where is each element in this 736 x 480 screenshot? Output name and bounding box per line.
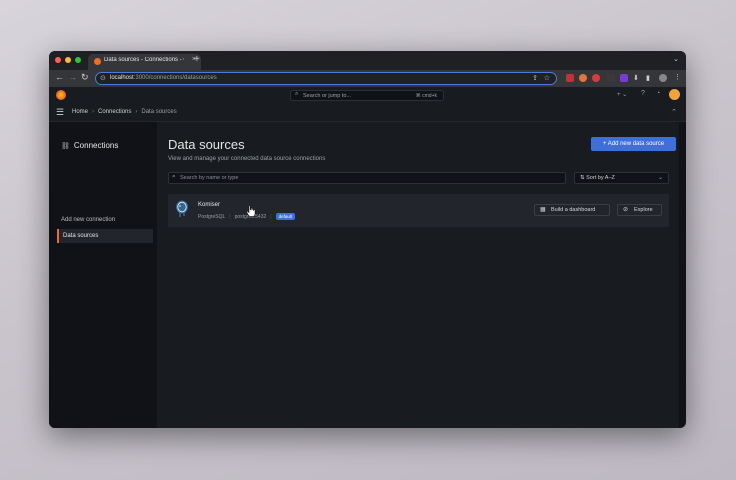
browser-menu-icon[interactable]: ⋮ [674, 73, 681, 81]
breadcrumb-separator: › [135, 109, 138, 115]
reload-button[interactable]: ↻ [81, 72, 89, 83]
new-menu-button[interactable]: + ⌄ [617, 91, 627, 98]
site-info-icon[interactable]: ⊙ [100, 74, 106, 82]
tab-title: Data sources - Connections - Grafana [104, 57, 184, 63]
breadcrumb-separator: › [92, 109, 95, 115]
postgresql-logo-icon [176, 200, 188, 217]
extension-icon[interactable] [607, 74, 615, 82]
search-icon: ⌕ [295, 91, 299, 97]
profile-avatar[interactable] [659, 74, 667, 82]
browser-window: Data sources - Connections - Grafana × +… [49, 51, 686, 428]
breadcrumb-current: Data sources [141, 109, 177, 115]
help-icon[interactable]: ? [641, 90, 645, 97]
grafana-favicon-icon [94, 58, 101, 65]
datasource-type: PostgreSQL [198, 213, 226, 220]
chevron-down-icon: ⌄ [657, 175, 663, 181]
address-bar[interactable]: ⊙ localhost:3000/connections/datasources… [95, 72, 557, 85]
maximize-window-button[interactable] [75, 57, 81, 63]
extension-icon[interactable] [579, 74, 587, 82]
collapse-icon[interactable]: ⌃ [671, 108, 677, 116]
sort-value: Sort by A–Z [586, 175, 615, 181]
back-button[interactable]: ← [55, 72, 64, 82]
tab-search-icon[interactable]: ⌄ [673, 55, 679, 63]
menu-icon[interactable]: ☰ [56, 107, 64, 118]
breadcrumb-bar: ☰ Home › Connections › Data sources ⌃ [49, 104, 686, 122]
main-content: Data sources View and manage your connec… [157, 122, 679, 428]
new-tab-button[interactable]: + [194, 54, 200, 65]
sort-select[interactable]: ⇅ Sort by A–Z ⌄ [574, 172, 669, 184]
share-icon[interactable]: ⇪ [532, 74, 538, 82]
sidebar-item-add-new-connection[interactable]: Add new connection [57, 213, 153, 227]
global-search-input[interactable]: ⌕ Search or jump to... ⌘ cmd+k [290, 90, 444, 101]
url-text[interactable]: localhost:3000/connections/datasources [110, 75, 217, 81]
datasource-search-input[interactable] [180, 174, 560, 182]
mouse-pointer-icon [246, 205, 256, 217]
page-title: Data sources [168, 137, 245, 152]
search-shortcut-hint: ⌘ cmd+k [415, 92, 437, 99]
user-avatar[interactable] [669, 89, 680, 100]
explore-button[interactable]: ⊘ Explore [617, 204, 662, 216]
grafana-logo-icon[interactable] [56, 90, 66, 100]
connections-icon: ⛓ [61, 143, 70, 150]
add-new-data-source-button[interactable]: + Add new data source [591, 137, 676, 151]
search-icon: ⌕ [172, 173, 176, 180]
datasource-name[interactable]: Komiser [198, 202, 220, 208]
dashboard-grid-icon: ▦ [540, 207, 546, 213]
sidepanel-icon[interactable]: ▮ [646, 74, 650, 82]
sidebar-title: ⛓ Connections [61, 141, 119, 150]
datasource-card[interactable]: Komiser PostgreSQL | postgres:5432 | default… [168, 194, 669, 227]
build-dashboard-button[interactable]: ▦ Build a dashboard [534, 204, 610, 216]
compass-icon: ⊘ [623, 207, 629, 213]
bookmark-star-icon[interactable]: ☆ [544, 74, 550, 82]
sidebar-item-data-sources[interactable]: Data sources [57, 229, 153, 243]
news-rss-icon[interactable]: ◔ [656, 90, 660, 97]
forward-button[interactable]: → [68, 72, 77, 82]
minimize-window-button[interactable] [65, 57, 71, 63]
connections-sidebar: ⛓ Connections Add new connection Data sou… [49, 122, 157, 428]
breadcrumb-connections[interactable]: Connections [98, 109, 131, 115]
breadcrumb: Home › Connections › Data sources [72, 109, 177, 115]
download-icon[interactable]: ⬇ [633, 74, 639, 82]
browser-tab-strip: Data sources - Connections - Grafana × +… [49, 51, 686, 70]
close-window-button[interactable] [55, 57, 61, 63]
breadcrumb-home[interactable]: Home [72, 109, 88, 115]
grafana-topbar: ⌕ Search or jump to... ⌘ cmd+k + ⌄ ? ◔ [49, 87, 686, 105]
browser-toolbar: ← → ↻ ⊙ localhost:3000/connections/datas… [49, 70, 686, 87]
page-subtitle: View and manage your connected data sour… [168, 156, 326, 162]
extension-icon[interactable] [592, 74, 600, 82]
global-search-placeholder: Search or jump to... [303, 92, 351, 99]
datasource-search-field[interactable]: ⌕ [168, 172, 566, 184]
default-badge: default [275, 213, 296, 220]
extension-icon[interactable] [620, 74, 628, 82]
extension-icon[interactable] [566, 74, 574, 82]
browser-tab-active[interactable]: Data sources - Connections - Grafana × [88, 54, 201, 70]
